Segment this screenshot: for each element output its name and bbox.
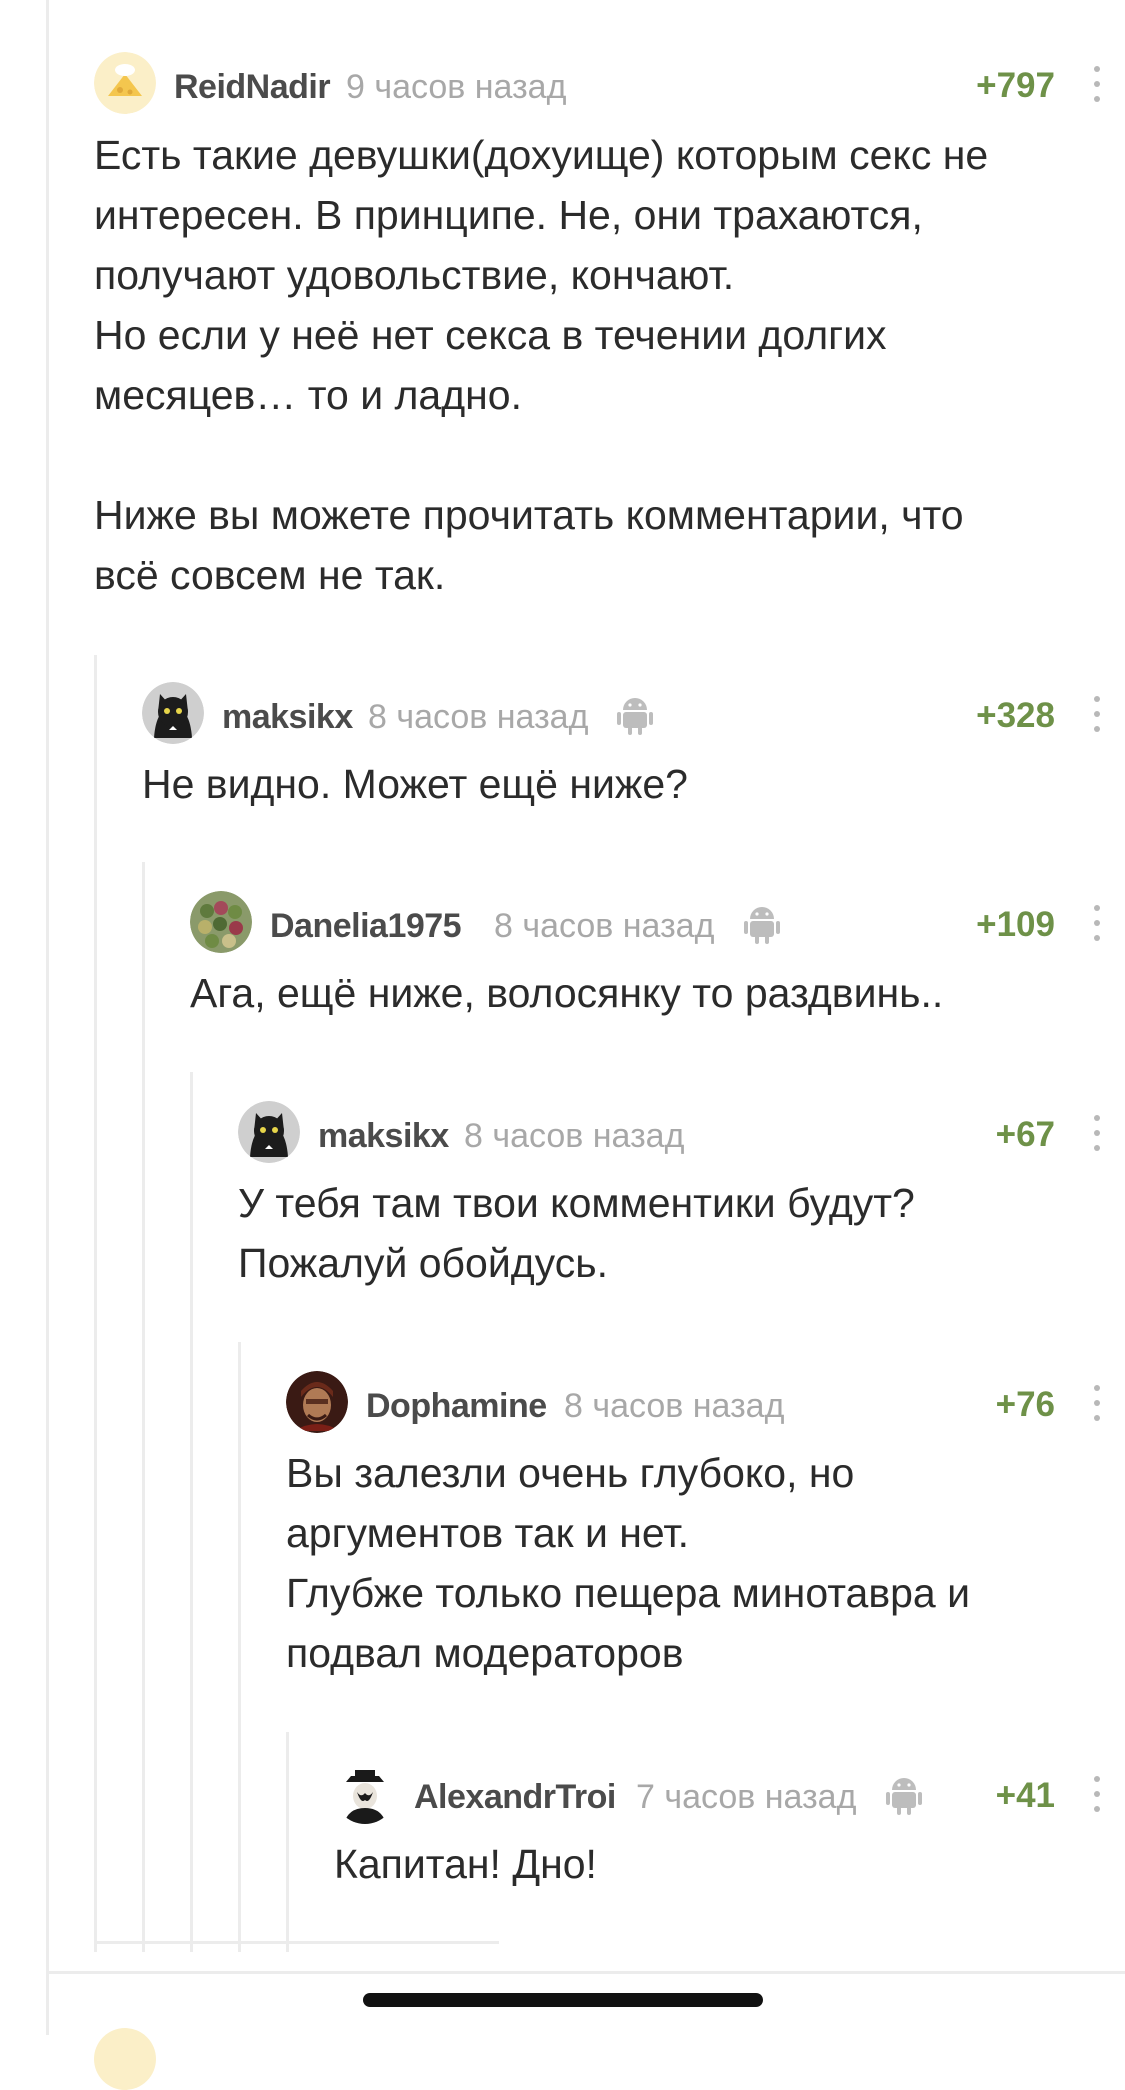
comment-text-line: Глубже только пещера минотавра и (286, 1570, 971, 1616)
cacti-icon (190, 891, 252, 953)
more-menu-icon[interactable] (1089, 694, 1105, 734)
author-name[interactable]: maksikx (222, 698, 353, 737)
avatar[interactable] (286, 1371, 348, 1433)
comment-header: maksikx 8 часов назад +328 (142, 682, 1125, 746)
comment-text: Ага, ещё ниже, волосянку то раздвинь.. (190, 963, 1125, 1023)
rating-value: +76 (995, 1385, 1055, 1424)
author-name[interactable]: AlexandrTroi (414, 1778, 616, 1817)
home-indicator[interactable] (363, 1993, 763, 2007)
more-menu-icon[interactable] (1089, 1383, 1105, 1423)
comment-header: ReidNadir 9 часов назад +797 (94, 52, 1125, 116)
comment: maksikx 8 часов назад +67 У тебя там тво… (238, 1101, 1125, 1293)
comment-header: Dophamine 8 часов назад +76 (286, 1371, 1125, 1435)
warrior-portrait-icon (286, 1371, 348, 1433)
comment-text-line: месяцев… то и ладно. (94, 372, 522, 418)
comment-text-line: Пожалуй обойдусь. (238, 1240, 608, 1286)
author-name[interactable]: Dophamine (366, 1387, 547, 1426)
thread-line-level-4 (238, 1342, 241, 1952)
thread-end-divider (94, 1941, 499, 1944)
black-cat-icon (238, 1101, 300, 1163)
avatar[interactable] (238, 1101, 300, 1163)
comment: Danelia1975 8 часов назад +109 Ага, ещё … (190, 891, 1125, 1023)
more-menu-icon[interactable] (1089, 64, 1105, 104)
rating-value: +109 (976, 905, 1055, 944)
comment-time: 8 часов назад (564, 1387, 785, 1425)
comment-text-line: аргументов так и нет. (286, 1510, 689, 1556)
comment-text-line: Ага, ещё ниже, волосянку то раздвинь.. (190, 970, 944, 1016)
masked-detective-icon (334, 1762, 396, 1824)
comment-text-line: Ниже вы можете прочитать комментарии, чт… (94, 492, 964, 538)
comment-text-line: У тебя там твои комментики будут? (238, 1180, 915, 1226)
more-menu-icon[interactable] (1089, 1113, 1105, 1153)
comment-text-line: Не видно. Может ещё ниже? (142, 761, 688, 807)
more-menu-icon[interactable] (1089, 903, 1105, 943)
rating-value: +41 (995, 1776, 1055, 1815)
comment-text: Есть такие девушки(дохуище) которым секс… (94, 125, 1125, 605)
comment-header: Danelia1975 8 часов назад +109 (190, 891, 1125, 955)
rating-value: +328 (976, 696, 1055, 735)
thread-line-level-5 (286, 1732, 289, 1952)
black-cat-icon (142, 682, 204, 744)
author-name[interactable]: maksikx (318, 1117, 449, 1156)
comment-time: 8 часов назад (464, 1117, 685, 1155)
comment-text-line (94, 425, 1105, 485)
comment-text-line: получают удовольствие, кончают. (94, 252, 735, 298)
comment-text-line: подвал модераторов (286, 1630, 684, 1676)
comment-text-line: интересен. В принципе. Не, они трахаются… (94, 192, 923, 238)
comment-time: 9 часов назад (346, 68, 567, 106)
comment-text-line: Вы залезли очень глубоко, но (286, 1450, 855, 1496)
comment-text-line: Капитан! Дно! (334, 1841, 597, 1887)
rating-value: +67 (995, 1115, 1055, 1154)
thread-line-level-2 (142, 862, 145, 1952)
thread-line-level-1 (94, 655, 97, 1952)
comment-text-line: Но если у неё нет секса в течении долгих (94, 312, 887, 358)
android-icon (886, 1778, 922, 1815)
avatar[interactable] (94, 2028, 156, 2090)
comment: ReidNadir 9 часов назад +797 Есть такие … (94, 52, 1125, 605)
comment-text: Не видно. Может ещё ниже? (142, 754, 1125, 814)
rating-value: +797 (976, 66, 1055, 105)
comment: Dophamine 8 часов назад +76 Вы залезли о… (286, 1371, 1125, 1683)
avatar[interactable] (142, 682, 204, 744)
more-menu-icon[interactable] (1089, 1774, 1105, 1814)
avatar[interactable] (190, 891, 252, 953)
comment-time: 7 часов назад (636, 1778, 857, 1816)
comment-header: AlexandrTroi 7 часов назад +41 (334, 1762, 1125, 1826)
author-name[interactable]: Danelia1975 (270, 907, 462, 946)
comment-time: 8 часов назад (494, 907, 715, 945)
comment-text: У тебя там твои комментики будут? Пожалу… (238, 1173, 1125, 1293)
comment-text: Вы залезли очень глубоко, но аргументов … (286, 1443, 1125, 1683)
author-name[interactable]: ReidNadir (174, 68, 331, 107)
avatar[interactable] (94, 52, 156, 114)
comment: maksikx 8 часов назад +328 Не видно. Мож… (142, 682, 1125, 814)
cheese-chef-icon (94, 52, 156, 114)
thread-line-root (46, 0, 49, 2035)
comment-time: 8 часов назад (368, 698, 589, 736)
comment-text-line: Есть такие девушки(дохуище) которым секс… (94, 132, 989, 178)
avatar[interactable] (334, 1762, 396, 1824)
comment-text-line: всё совсем не так. (94, 552, 446, 598)
android-icon (744, 907, 780, 944)
thread-separator (46, 1971, 1125, 1974)
android-icon (617, 698, 653, 735)
comment-header: maksikx 8 часов назад +67 (238, 1101, 1125, 1165)
comment: AlexandrTroi 7 часов назад +41 Капитан! … (334, 1762, 1125, 1894)
comment-text: Капитан! Дно! (334, 1834, 1125, 1894)
thread-line-level-3 (190, 1072, 193, 1952)
